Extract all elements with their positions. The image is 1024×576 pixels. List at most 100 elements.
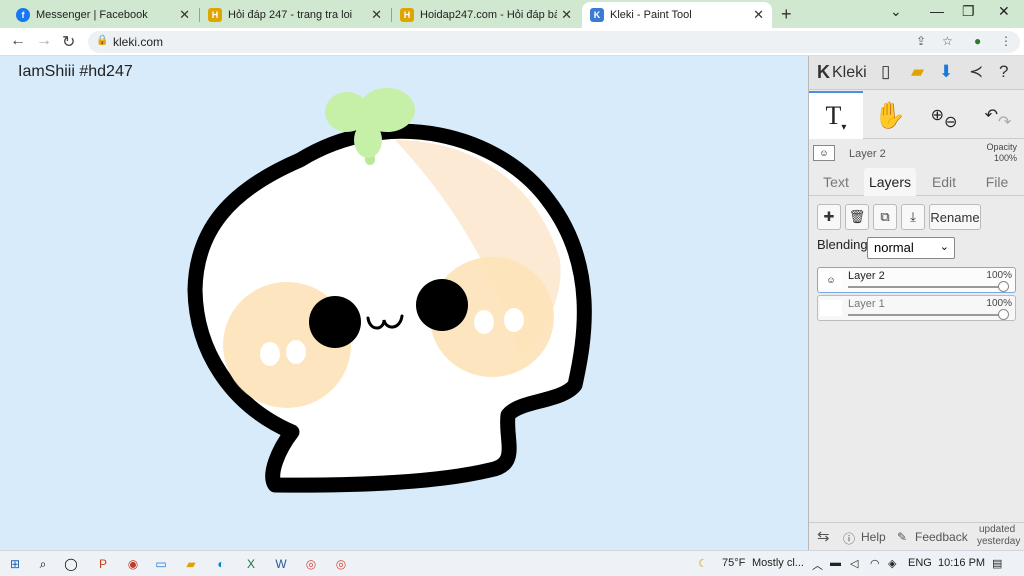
close-icon[interactable]: ✕	[561, 7, 572, 23]
logo-text: Kleki	[832, 63, 867, 81]
close-icon[interactable]: ✕	[753, 7, 764, 23]
merge-layer-button[interactable]: ⤓	[901, 204, 925, 230]
network-icon: ◈	[888, 558, 897, 570]
pc-icon[interactable]: ▭	[152, 555, 170, 573]
undo-redo-button[interactable]: ↶ ↷	[971, 91, 1024, 139]
rename-button[interactable]: Rename	[929, 204, 981, 230]
help-icon[interactable]: ⓘ	[843, 530, 855, 547]
blending-select[interactable]: normal ⌄	[867, 237, 955, 259]
wifi-icon[interactable]: ◠	[870, 557, 880, 570]
minimize-icon[interactable]: —	[930, 3, 944, 19]
back-icon[interactable]: ←	[10, 32, 26, 50]
facebook-icon: f	[16, 8, 30, 22]
feedback-icon[interactable]: ✎	[897, 530, 907, 544]
opacity-value: 100%	[993, 153, 1017, 163]
tab-file[interactable]: File	[972, 168, 1022, 196]
layer-name: Layer 2	[848, 270, 885, 282]
chevron-down-icon[interactable]: ⌄	[890, 3, 902, 20]
help-icon[interactable]: ?	[999, 62, 1008, 82]
windows-start-icon[interactable]: ⊞	[6, 555, 24, 573]
tab-kleki[interactable]: K Kleki - Paint Tool ✕	[582, 2, 772, 28]
file-explorer-icon[interactable]: ▰	[182, 555, 200, 573]
edge-icon[interactable]: ◐	[212, 555, 230, 573]
download-icon[interactable]: ⬇	[939, 62, 953, 82]
tab-edit[interactable]: Edit	[921, 168, 967, 196]
close-icon[interactable]: ✕	[179, 7, 190, 23]
chevron-up-icon[interactable]: ︿	[812, 557, 823, 573]
kleki-logo-icon: K	[817, 62, 830, 82]
panel-toolbar: K Kleki ▯ ▰ ⬇ ≺ ?	[809, 56, 1024, 90]
drawing-canvas[interactable]: IamShiii #hd247	[0, 56, 808, 550]
updated-line2: yesterday	[977, 536, 1021, 547]
swap-icon[interactable]: ⇆	[817, 527, 830, 545]
zoom-tool-button[interactable]: ⊕ ⊖	[917, 91, 971, 139]
task-view-icon[interactable]: ◯	[62, 555, 80, 573]
opacity-slider[interactable]	[848, 309, 1009, 320]
tool-row: T ▾ ✋ ⊕ ⊖ ↶ ↷	[809, 91, 1024, 139]
lock-icon: 🔒	[96, 35, 109, 46]
feedback-link[interactable]: Feedback	[915, 530, 968, 544]
restore-icon[interactable]: ❐	[962, 3, 975, 20]
new-image-icon[interactable]: ▯	[881, 62, 890, 82]
tab-title: Kleki - Paint Tool	[610, 9, 692, 21]
chevron-down-icon: ⌄	[939, 241, 949, 253]
layer-row[interactable]: ☺ Layer 2 100%	[817, 267, 1016, 293]
menu-icon[interactable]: ⋮	[1000, 34, 1012, 48]
search-icon[interactable]: ⌕	[34, 555, 52, 573]
layer-opacity: 100%	[986, 298, 1012, 309]
chrome-icon[interactable]: ◎	[332, 555, 350, 573]
layer-header: ☺ Layer 2 Opacity 100%	[809, 140, 1024, 168]
clock[interactable]: 10:16 PM	[938, 557, 985, 569]
panel-tabs: Text Layers Edit File	[809, 168, 1024, 196]
current-layer-name: Layer 2	[849, 148, 886, 160]
language[interactable]: ENG	[908, 557, 932, 569]
close-icon[interactable]: ✕	[371, 7, 382, 23]
duplicate-layer-button[interactable]: ⧉	[873, 204, 897, 230]
forward-icon[interactable]: →	[36, 32, 52, 50]
tab-layers[interactable]: Layers	[864, 168, 916, 196]
tab-messenger[interactable]: f Messenger | Facebook ✕	[8, 2, 198, 28]
battery-icon: ▬	[830, 557, 841, 569]
tab-title: Messenger | Facebook	[36, 9, 148, 21]
url-field[interactable]: 🔒 kleki.com ⇪ ☆ ● ⋮	[88, 31, 1020, 53]
star-icon[interactable]: ☆	[942, 34, 953, 48]
address-bar: ← → ↻ 🔒 kleki.com ⇪ ☆ ● ⋮	[0, 28, 1024, 56]
chrome-icon[interactable]: ◎	[302, 555, 320, 573]
hand-tool-button[interactable]: ✋	[863, 91, 917, 139]
close-window-icon[interactable]: ✕	[998, 3, 1010, 20]
notification-icon[interactable]: ▤	[992, 557, 1002, 570]
taskbar: ⊞ ⌕ ◯ P ◉ ▭ ▰ ◐ X W ◎ ◎ ☾ 75°F Mostly cl…	[0, 550, 1024, 576]
new-tab-icon[interactable]: +	[781, 4, 792, 25]
hoidap-icon: H	[208, 8, 222, 22]
updated-line1: updated	[979, 524, 1016, 535]
text-tool-button[interactable]: T ▾	[809, 91, 863, 139]
layer-name: Layer 1	[848, 298, 885, 310]
share-icon[interactable]: ⇪	[916, 34, 926, 48]
reload-icon[interactable]: ↻	[62, 32, 75, 52]
powerpoint-icon[interactable]: P	[94, 555, 112, 573]
layer-row[interactable]: Layer 1 100%	[817, 295, 1016, 321]
excel-icon[interactable]: X	[242, 555, 260, 573]
tab-text[interactable]: Text	[813, 168, 859, 196]
open-folder-icon[interactable]: ▰	[911, 62, 924, 82]
help-link[interactable]: Help	[861, 530, 886, 544]
delete-layer-button[interactable]: 🗑	[845, 204, 869, 230]
temperature: 75°F	[722, 557, 746, 569]
profile-icon[interactable]: ●	[974, 34, 981, 48]
opacity-slider[interactable]	[848, 281, 1009, 292]
tab-hoidap247[interactable]: H Hoidap247.com - Hỏi đáp bài tập ✕	[392, 2, 580, 28]
volume-icon[interactable]: ◁	[850, 557, 858, 570]
add-layer-button[interactable]: ✚	[817, 204, 841, 230]
word-icon[interactable]: W	[272, 555, 290, 573]
opacity-display: Opacity 100%	[986, 142, 1017, 164]
share-icon[interactable]: ≺	[969, 62, 983, 82]
app-icon[interactable]: ◉	[124, 555, 142, 573]
slider-knob[interactable]	[998, 309, 1009, 320]
layer-thumbnail: ☺	[813, 145, 835, 161]
slider-knob[interactable]	[998, 281, 1009, 292]
kleki-panel: K Kleki ▯ ▰ ⬇ ≺ ? T ▾ ✋ ⊕ ⊖ ↶ ↷ ☺ Layer 2 O…	[808, 56, 1024, 550]
layer-thumbnail: ☺	[820, 272, 842, 288]
hoidap-icon: H	[400, 8, 414, 22]
tab-hoidap[interactable]: H Hỏi đáp 247 - trang tra loi ✕	[200, 2, 390, 28]
kleki-icon: K	[590, 8, 604, 22]
